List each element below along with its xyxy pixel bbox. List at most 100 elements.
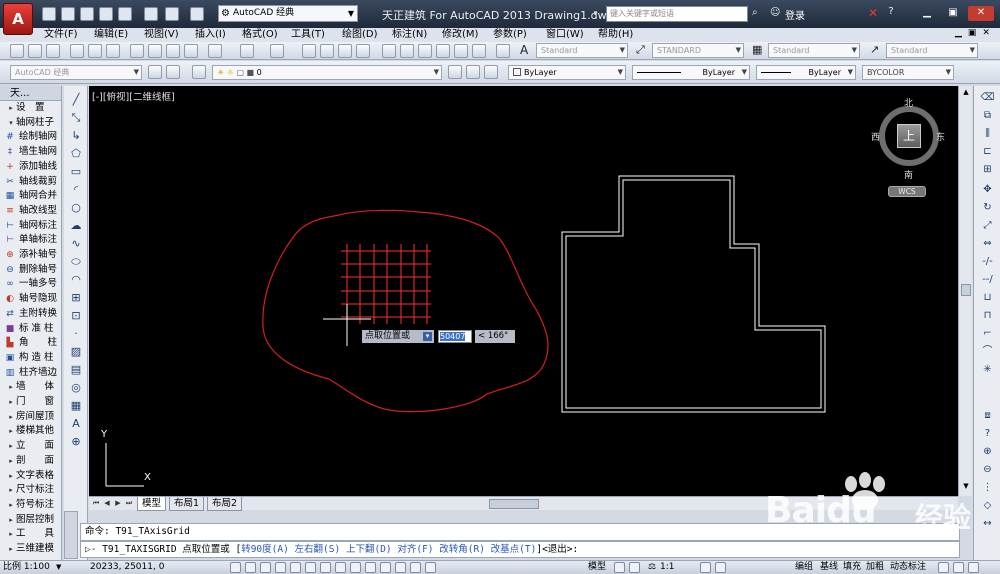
chamfer-icon[interactable]: ⌐ xyxy=(980,326,995,341)
zoom-in-icon[interactable]: ⊕ xyxy=(980,444,995,459)
make-object-layer-current-icon[interactable] xyxy=(448,65,462,79)
command-window-grip[interactable] xyxy=(64,511,78,559)
menu-view[interactable]: 视图(V) xyxy=(144,28,179,42)
tz-menu-item[interactable]: ✂ 轴线裁剪 xyxy=(0,175,62,189)
isolate-objects-icon[interactable] xyxy=(938,562,949,573)
print-preview-icon[interactable] xyxy=(118,7,132,21)
preview-icon[interactable] xyxy=(88,44,102,58)
next-tab-arrow-icon[interactable]: ▶ xyxy=(113,498,123,509)
block-editor-icon[interactable] xyxy=(208,44,222,58)
exchange-icon[interactable]: ✕ xyxy=(866,6,880,20)
print-icon[interactable] xyxy=(70,44,84,58)
save-icon[interactable] xyxy=(46,44,60,58)
tz-menu-item[interactable]: ▸ 符号标注 xyxy=(0,498,62,512)
compass-west-label[interactable]: 西 xyxy=(871,130,880,143)
open-icon[interactable] xyxy=(28,44,42,58)
spline-icon[interactable]: ∿ xyxy=(68,236,84,252)
tab-model[interactable]: 模型 xyxy=(137,497,167,511)
annotation-scale-icon[interactable]: ⚖ xyxy=(648,561,656,574)
undo-icon[interactable] xyxy=(240,44,254,58)
pan-icon[interactable] xyxy=(302,44,316,58)
tz-menu-item[interactable]: ▥ 柱齐墙边 xyxy=(0,366,62,380)
layer-previous-icon[interactable] xyxy=(466,65,480,79)
viewcube[interactable]: 上 北 南 东 西 WCS xyxy=(871,96,945,208)
maximize-button[interactable]: ▣ xyxy=(944,6,962,21)
stretch-icon[interactable]: ⇔ xyxy=(980,236,995,251)
3d-object-snap-icon[interactable] xyxy=(320,562,331,573)
offset-icon[interactable]: ⊏ xyxy=(980,144,995,159)
object-snap-icon[interactable]: ◇ xyxy=(980,498,995,513)
tab-layout2[interactable]: 布局2 xyxy=(207,497,243,511)
drawing-window-controls[interactable]: ▁▣✕ xyxy=(955,28,996,38)
option-change-angle[interactable]: 改转角(R) xyxy=(439,544,485,555)
tz-menu-item[interactable]: ▾ 轴网柱子 xyxy=(0,116,62,130)
zoom-realtime-icon[interactable] xyxy=(320,44,334,58)
tz-menu-item[interactable]: ⊢ 轴网标注 xyxy=(0,219,62,233)
tz-menu-item[interactable]: ⊕ 添补轴号 xyxy=(0,248,62,262)
workspace-switching-icon[interactable] xyxy=(700,562,711,573)
vertical-scroll-thumb[interactable] xyxy=(961,284,971,296)
close-button[interactable]: ✕ xyxy=(968,6,994,21)
baseline-toggle[interactable]: 基线 xyxy=(820,561,838,574)
arc-icon[interactable]: ◜ xyxy=(68,182,84,198)
menu-parametric[interactable]: 参数(P) xyxy=(493,28,527,42)
tz-menu-item[interactable]: ▸ 房间屋顶 xyxy=(0,410,62,424)
compass-south-label[interactable]: 南 xyxy=(904,168,913,181)
vertical-scrollbar[interactable]: ▲ ▼ xyxy=(958,86,972,496)
quick-view-drawings-icon[interactable] xyxy=(629,562,640,573)
tz-menu-item[interactable]: ▸ 文字表格 xyxy=(0,469,62,483)
match-properties-icon[interactable] xyxy=(184,44,198,58)
tz-menu-item[interactable]: ⊢ 单轴标注 xyxy=(0,233,62,247)
rectangle-icon[interactable]: ▭ xyxy=(68,164,84,180)
option-change-basepoint[interactable]: 改基点(T) xyxy=(491,544,537,555)
object-snap-tracking-icon[interactable] xyxy=(335,562,346,573)
drawing-scale[interactable]: 比例 1:100 xyxy=(3,561,50,574)
tz-menu-item[interactable]: ⊖ 删除轴号 xyxy=(0,263,62,277)
workspace-settings-icon[interactable] xyxy=(148,65,162,79)
tz-menu-item[interactable]: ▸ 墙 体 xyxy=(0,380,62,394)
construction-line-icon[interactable]: ⤡ xyxy=(68,110,84,126)
model-space-toggle[interactable]: 模型 xyxy=(588,561,606,574)
tz-menu-item[interactable]: ▸ 设 置 xyxy=(0,101,62,115)
multileader-style-select[interactable]: Standard ▼ xyxy=(886,43,978,58)
extend-icon[interactable]: --/ xyxy=(980,272,995,287)
erase-icon[interactable]: ⌫ xyxy=(980,90,995,105)
dynamic-input-value[interactable]: 50407 xyxy=(438,330,472,343)
scroll-up-arrow-icon[interactable]: ▲ xyxy=(961,88,971,98)
zoom-previous-icon[interactable] xyxy=(356,44,370,58)
hardware-acceleration-icon[interactable] xyxy=(953,562,964,573)
fill-toggle[interactable]: 填充 xyxy=(843,561,861,574)
tz-menu-item[interactable]: ▸ 楼梯其他 xyxy=(0,424,62,438)
minimize-button[interactable]: ▁ xyxy=(918,6,936,21)
scale-dropdown-icon[interactable]: ▼ xyxy=(56,561,61,574)
print-icon[interactable] xyxy=(144,7,158,21)
new-file-icon[interactable] xyxy=(42,7,56,21)
tz-menu-item[interactable]: ▙ 角 柱 xyxy=(0,336,62,350)
move-icon[interactable]: ✥ xyxy=(980,182,995,197)
annotation-scale[interactable]: 1:1 xyxy=(660,561,674,574)
dropdown-arrow-icon[interactable]: ▾ xyxy=(423,332,432,341)
menu-format[interactable]: 格式(O) xyxy=(242,28,278,42)
scale-icon[interactable]: ⤢ xyxy=(980,218,995,233)
wcs-menu-button[interactable]: WCS xyxy=(888,186,926,197)
color-select[interactable]: ByLayer ▼ xyxy=(508,65,626,80)
text-style-select[interactable]: Standard ▼ xyxy=(536,43,628,58)
group-toggle[interactable]: 编组 xyxy=(795,561,813,574)
multiline-text-icon[interactable]: A xyxy=(68,416,84,432)
customize-icon[interactable] xyxy=(166,65,180,79)
zoom-window-icon[interactable] xyxy=(338,44,352,58)
menu-dimension[interactable]: 标注(N) xyxy=(392,28,427,42)
publish-icon[interactable] xyxy=(106,44,120,58)
paste-icon[interactable] xyxy=(166,44,180,58)
help-icon[interactable]: ? xyxy=(884,6,898,20)
cursor-coordinates[interactable]: 20233, 25011, 0 xyxy=(90,561,164,574)
menu-modify[interactable]: 修改(M) xyxy=(442,28,478,42)
hatch-icon[interactable]: ▨ xyxy=(68,344,84,360)
new-icon[interactable] xyxy=(10,44,24,58)
transparency-icon[interactable] xyxy=(395,562,406,573)
tz-menu-item[interactable]: ‡ 墙生轴网 xyxy=(0,145,62,159)
lock-toolbar-icon[interactable] xyxy=(715,562,726,573)
login-button[interactable]: 登录 xyxy=(785,7,805,22)
lineweight-icon[interactable] xyxy=(380,562,391,573)
tz-menu-item[interactable]: ≡ 轴改线型 xyxy=(0,204,62,218)
